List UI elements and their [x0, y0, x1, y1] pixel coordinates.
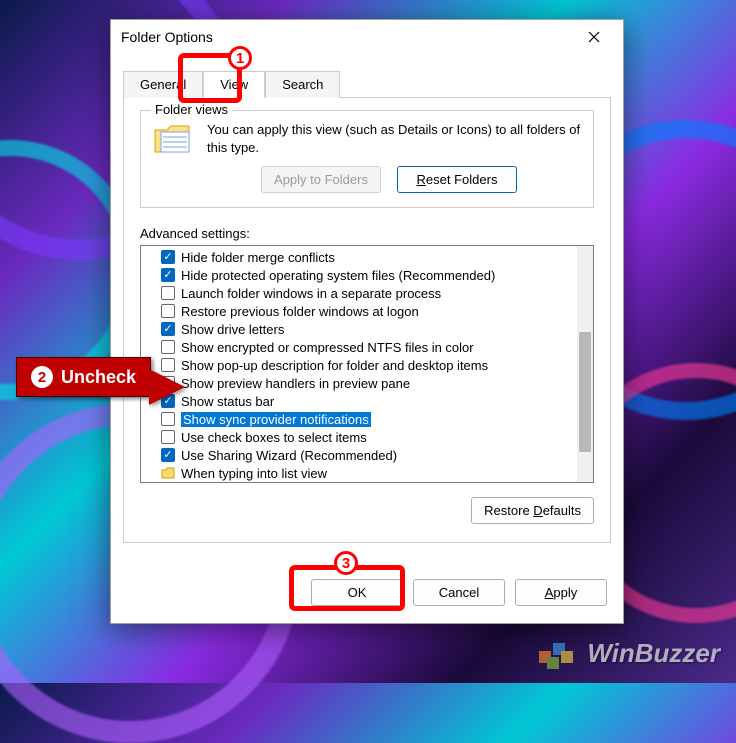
checkbox[interactable] — [161, 322, 175, 336]
watermark-logo-icon — [533, 633, 579, 673]
folder-icon — [161, 466, 175, 480]
checkbox[interactable] — [161, 448, 175, 462]
folder-views-description: You can apply this view (such as Details… — [207, 121, 581, 156]
tree-item-label: Show pop-up description for folder and d… — [181, 358, 488, 373]
tree-item-label: Show status bar — [181, 394, 274, 409]
apply-to-folders-button: Apply to Folders — [261, 166, 381, 193]
folder-views-legend: Folder views — [151, 102, 232, 117]
tree-item-checkbox[interactable]: Show status bar — [141, 392, 593, 410]
close-button[interactable] — [575, 23, 613, 51]
tab-general[interactable]: General — [123, 71, 203, 98]
tab-search[interactable]: Search — [265, 71, 340, 98]
watermark-text: WinBuzzer — [587, 638, 720, 669]
tree-item-checkbox[interactable]: Show sync provider notifications — [141, 410, 593, 428]
folder-views-group: Folder views You can apply this view (su… — [140, 110, 594, 208]
annotation-badge-1: 1 — [228, 46, 252, 70]
advanced-settings-tree[interactable]: Hide folder merge conflicts Hide protecte… — [140, 245, 594, 483]
checkbox[interactable] — [161, 286, 175, 300]
folder-icon — [153, 121, 193, 157]
tree-item-label: Restore previous folder windows at logon — [181, 304, 419, 319]
tree-item-checkbox[interactable]: Hide protected operating system files (R… — [141, 266, 593, 284]
tree-item-checkbox[interactable]: Restore previous folder windows at logon — [141, 302, 593, 320]
checkbox[interactable] — [161, 304, 175, 318]
tree-item-checkbox[interactable]: Show preview handlers in preview pane — [141, 374, 593, 392]
checkbox[interactable] — [161, 412, 175, 426]
title-bar: Folder Options — [111, 20, 623, 54]
tree-item-checkbox[interactable]: Use check boxes to select items — [141, 428, 593, 446]
tab-view[interactable]: View — [203, 71, 265, 98]
tree-item-label: When typing into list view — [181, 466, 327, 481]
tree-item-label: Hide folder merge conflicts — [181, 250, 335, 265]
tree-group[interactable]: When typing into list view — [141, 464, 593, 482]
tree-item-checkbox[interactable]: Use Sharing Wizard (Recommended) — [141, 446, 593, 464]
annotation-arrow-icon — [149, 369, 185, 405]
apply-button[interactable]: Apply — [515, 579, 607, 606]
checkbox[interactable] — [161, 250, 175, 264]
checkbox[interactable] — [161, 268, 175, 282]
checkbox[interactable] — [161, 430, 175, 444]
dialog-title: Folder Options — [121, 29, 575, 45]
tree-item-label: Show sync provider notifications — [181, 412, 371, 427]
ok-button[interactable]: OK — [311, 579, 403, 606]
annotation-badge-2: 2 — [31, 366, 53, 388]
tree-item-checkbox[interactable]: Show encrypted or compressed NTFS files … — [141, 338, 593, 356]
watermark: WinBuzzer — [533, 633, 720, 673]
dialog-buttons: OK Cancel Apply — [123, 579, 611, 606]
tree-item-label: Show drive letters — [181, 322, 284, 337]
folder-options-dialog: Folder Options General View Search Folde… — [110, 19, 624, 624]
tree-item-label: Use check boxes to select items — [181, 430, 367, 445]
restore-defaults-button[interactable]: Restore Defaults — [471, 497, 594, 524]
close-icon — [588, 31, 600, 43]
tree-item-label: Show preview handlers in preview pane — [181, 376, 410, 391]
annotation-callout-uncheck: 2 Uncheck — [16, 357, 151, 397]
annotation-badge-3: 3 — [334, 551, 358, 575]
tree-item-label: Show encrypted or compressed NTFS files … — [181, 340, 474, 355]
tree-item-label: Launch folder windows in a separate proc… — [181, 286, 441, 301]
advanced-settings-label: Advanced settings: — [140, 226, 594, 241]
view-panel: Folder views You can apply this view (su… — [123, 98, 611, 543]
tree-item-checkbox[interactable]: Hide folder merge conflicts — [141, 248, 593, 266]
scrollbar-thumb[interactable] — [579, 332, 591, 452]
scrollbar[interactable] — [577, 246, 593, 482]
tree-item-checkbox[interactable]: Show pop-up description for folder and d… — [141, 356, 593, 374]
tab-strip: General View Search — [123, 70, 611, 98]
tree-item-label: Hide protected operating system files (R… — [181, 268, 495, 283]
tree-item-label: Use Sharing Wizard (Recommended) — [181, 448, 397, 463]
tree-item-checkbox[interactable]: Show drive letters — [141, 320, 593, 338]
checkbox[interactable] — [161, 340, 175, 354]
tree-item-checkbox[interactable]: Launch folder windows in a separate proc… — [141, 284, 593, 302]
cancel-button[interactable]: Cancel — [413, 579, 505, 606]
reset-folders-button[interactable]: Reset Folders — [397, 166, 517, 193]
annotation-label-uncheck: Uncheck — [61, 367, 136, 388]
